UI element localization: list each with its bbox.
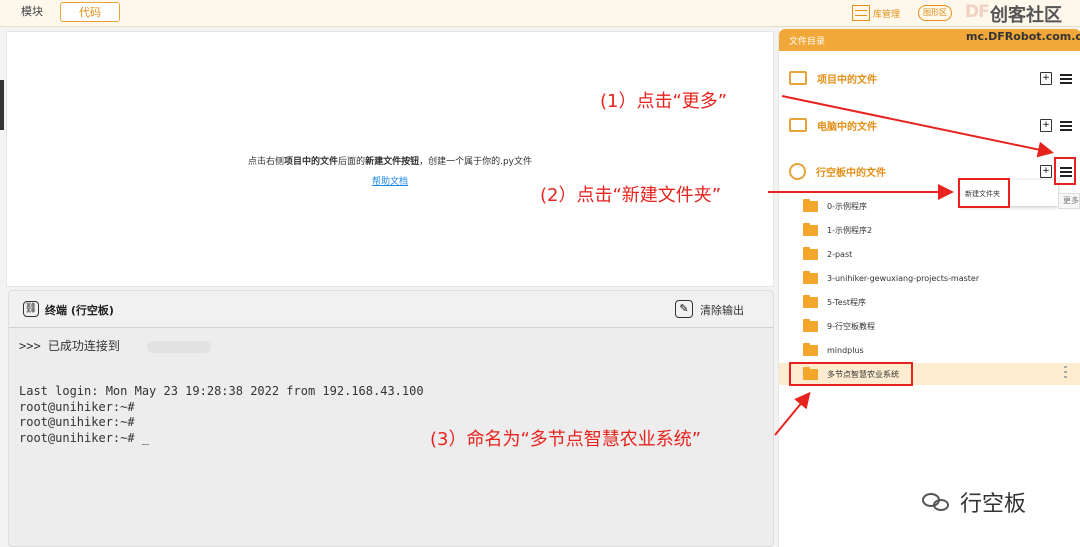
- arrow-step3: [774, 391, 811, 436]
- watermark-text: 行空板: [960, 492, 1027, 517]
- arrow-step1: [781, 95, 1054, 158]
- annotation-arrows: [768, 95, 1054, 436]
- wechat-watermark: 行空板: [922, 486, 1026, 518]
- wechat-icon: [922, 491, 952, 513]
